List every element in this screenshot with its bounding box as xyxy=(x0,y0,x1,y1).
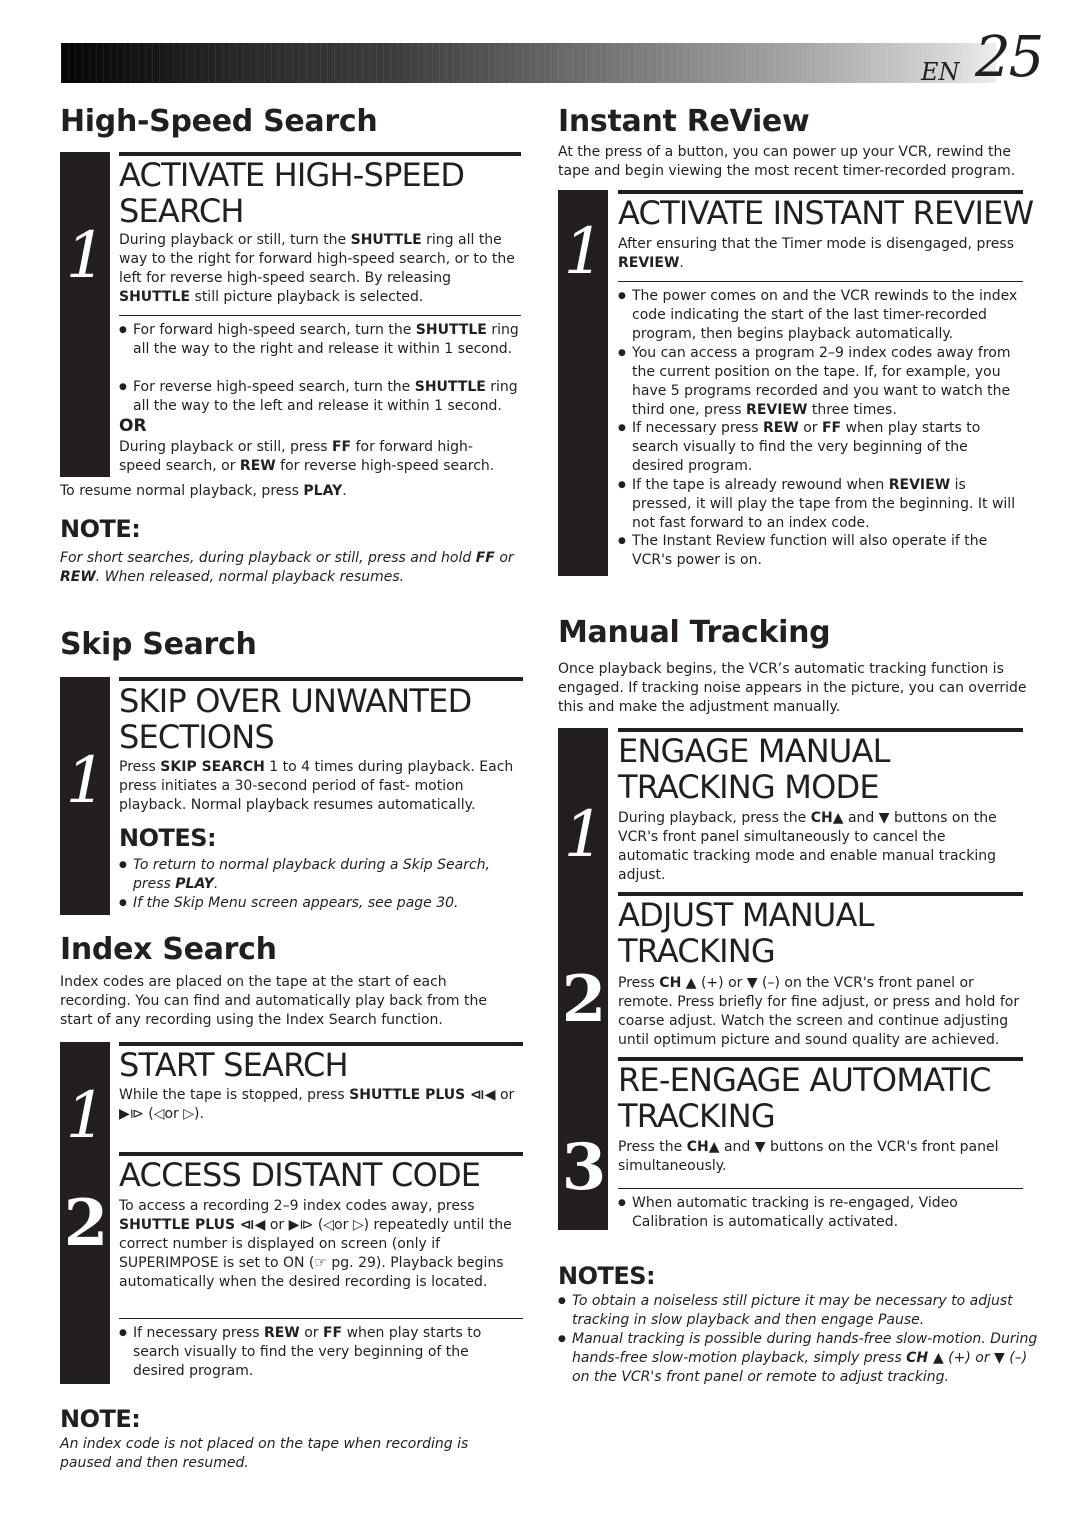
step-body: Press CH ▲ (+) or ▼ (–) on the VCR's fro… xyxy=(618,975,1020,1048)
header-bar-texture xyxy=(61,43,996,83)
note-item: To return to normal playback during a Sk… xyxy=(119,856,528,894)
section-title-manual-tracking: Manual Tracking xyxy=(558,615,831,650)
step-number: 1 xyxy=(65,219,107,293)
step-number: 1 xyxy=(563,215,605,289)
step-number-1: 1 xyxy=(563,798,605,872)
step-body: After ensuring that the Timer mode is di… xyxy=(618,236,1014,271)
step-title: ACCESS DISTANT CODE xyxy=(119,1156,481,1194)
section-title-instant-review: Instant ReView xyxy=(558,104,810,139)
divider xyxy=(618,281,1023,282)
step-title-line1: ADJUST MANUAL xyxy=(618,896,874,934)
bullet-item: The Instant Review function will also op… xyxy=(618,532,1022,570)
notes-heading: NOTES: xyxy=(119,824,217,852)
bullet-item: If necessary press REW or FF when play s… xyxy=(618,419,1012,476)
step-box-manual: 1 2 3 xyxy=(558,728,608,1230)
note-item: To obtain a noiseless still picture it m… xyxy=(558,1292,1040,1330)
step-title: START SEARCH xyxy=(119,1046,349,1084)
step-number-2: 2 xyxy=(561,962,607,1037)
note-text: For short searches, during playback or s… xyxy=(60,550,514,585)
step-box-instant: 1 xyxy=(558,190,608,576)
step-title-line1: SKIP OVER UNWANTED xyxy=(119,682,472,720)
bullet-item: You can access a program 2–9 index codes… xyxy=(618,344,1032,420)
section-title-high-speed-search: High-Speed Search xyxy=(60,104,378,139)
bullet-item: If necessary press REW or FF when play s… xyxy=(119,1324,513,1381)
step-body: During playback or still, turn the SHUTT… xyxy=(119,232,515,305)
step-box-index: 1 2 xyxy=(60,1042,110,1384)
page-number: 25 xyxy=(975,25,1044,90)
section-title-skip-search: Skip Search xyxy=(60,627,257,662)
step-body: During playback, press the CH▲ and ▼ but… xyxy=(618,810,997,883)
step-rule xyxy=(119,677,523,681)
step-title-line1: ACTIVATE HIGH-SPEED xyxy=(119,156,465,194)
section-intro: At the press of a button, you can power … xyxy=(558,144,1016,179)
or-body: During playback or still, press FF for f… xyxy=(119,439,495,474)
step-number-2: 2 xyxy=(63,1186,109,1261)
step-body: While the tape is stopped, press SHUTTLE… xyxy=(119,1087,515,1122)
resume-text: To resume normal playback, press PLAY. xyxy=(60,483,347,499)
note-heading: NOTE: xyxy=(60,515,141,543)
notes-heading: NOTES: xyxy=(558,1262,656,1290)
note-item: If the Skip Menu screen appears, see pag… xyxy=(119,894,528,913)
step-title-line2: SECTIONS xyxy=(119,718,275,756)
step-title-line2: SEARCH xyxy=(119,192,244,230)
bullet-item: For forward high-speed search, turn the … xyxy=(119,321,521,359)
step-box-skip: 1 xyxy=(60,677,110,915)
bullet-item: For reverse high-speed search, turn the … xyxy=(119,378,535,416)
step-title-line2: TRACKING MODE xyxy=(618,768,880,806)
step-number-3: 3 xyxy=(561,1130,607,1205)
step-title-line2: TRACKING xyxy=(618,932,776,970)
divider xyxy=(119,1318,523,1319)
step-title-line2: TRACKING xyxy=(618,1097,776,1135)
language-label: EN xyxy=(921,58,960,86)
step-body: Press the CH▲ and ▼ buttons on the VCR's… xyxy=(618,1139,999,1174)
bullet-item: When automatic tracking is re-engaged, V… xyxy=(618,1194,1022,1232)
section-title-index-search: Index Search xyxy=(60,932,277,967)
step-title: ACTIVATE INSTANT REVIEW xyxy=(618,194,1034,232)
or-label: OR xyxy=(119,416,147,436)
bullet-item: If the tape is already rewound when REVI… xyxy=(618,476,1022,533)
step-number-1: 1 xyxy=(65,1079,107,1153)
note-item: Manual tracking is possible during hands… xyxy=(558,1330,1040,1387)
step-number: 1 xyxy=(65,744,107,818)
step-box-high-speed: 1 xyxy=(60,152,110,477)
section-intro: Once playback begins, the VCR’s automati… xyxy=(558,661,1027,715)
step-body: Press SKIP SEARCH 1 to 4 times during pl… xyxy=(119,759,514,813)
section-intro: Index codes are placed on the tape at th… xyxy=(60,974,487,1028)
divider xyxy=(119,315,521,316)
note-text: An index code is not placed on the tape … xyxy=(60,1436,469,1471)
note-heading: NOTE: xyxy=(60,1405,141,1433)
divider xyxy=(618,1188,1023,1189)
step-title-line1: ENGAGE MANUAL xyxy=(618,732,890,770)
bullet-item: The power comes on and the VCR rewinds t… xyxy=(618,287,1037,344)
step-title-line1: RE-ENGAGE AUTOMATIC xyxy=(618,1061,991,1099)
step-body: To access a recording 2–9 index codes aw… xyxy=(119,1198,512,1290)
